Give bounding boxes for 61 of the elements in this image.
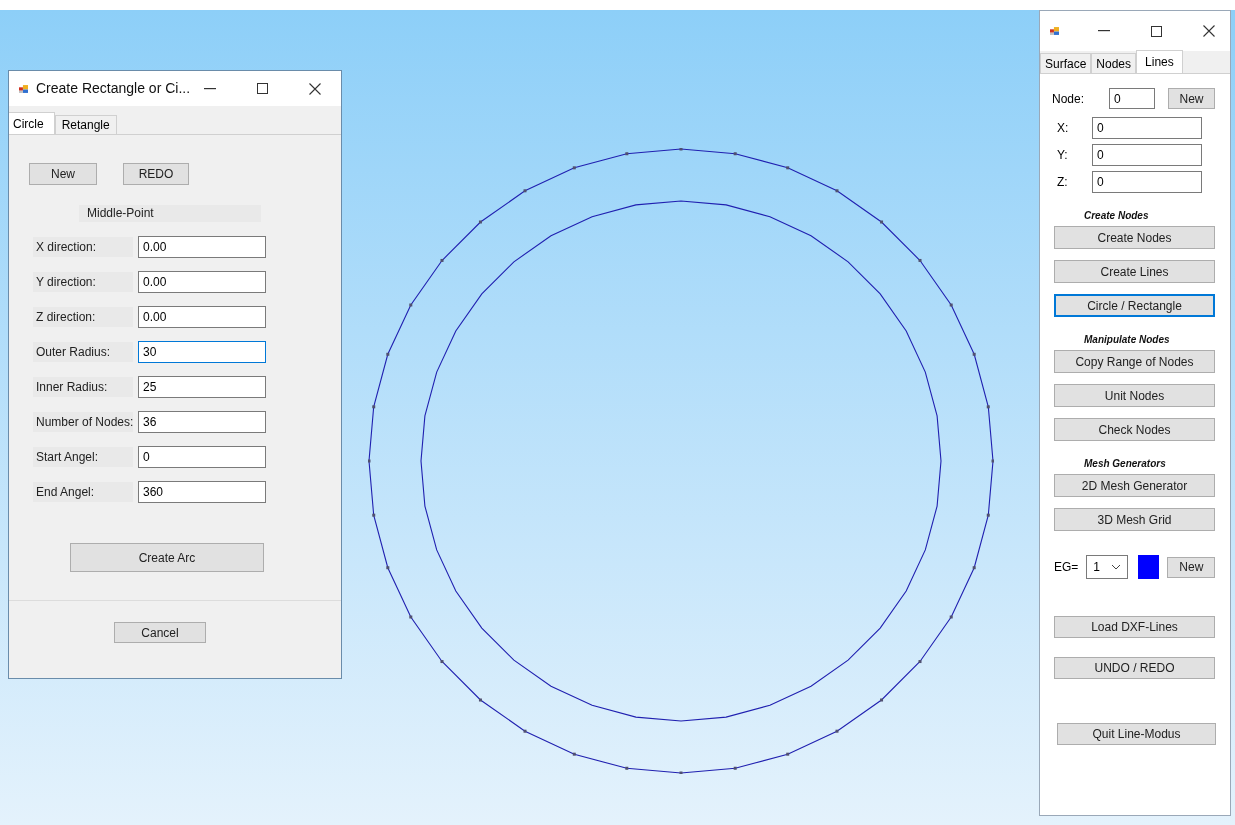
- button[interactable]: REDO: [123, 163, 189, 185]
- button[interactable]: 3D Mesh Grid: [1054, 508, 1215, 531]
- button[interactable]: Create Nodes: [1054, 226, 1215, 249]
- maximize-icon[interactable]: [1151, 25, 1162, 37]
- close-icon[interactable]: [309, 82, 321, 95]
- button[interactable]: Check Nodes: [1054, 418, 1215, 441]
- input-field[interactable]: 360: [138, 481, 266, 503]
- field-label: Outer Radius:: [33, 342, 133, 362]
- chevron-down-icon: [1111, 564, 1122, 570]
- button[interactable]: Cancel: [114, 622, 206, 643]
- field-label: Z:: [1057, 174, 1069, 191]
- field-label: Number of Nodes:: [33, 412, 133, 432]
- input-field[interactable]: 25: [138, 376, 266, 398]
- button[interactable]: Create Lines: [1054, 260, 1215, 283]
- input-field[interactable]: 30: [138, 341, 266, 363]
- tab[interactable]: Retangle: [54, 115, 117, 134]
- app-icon: [1050, 24, 1059, 38]
- field-label: X direction:: [33, 237, 133, 257]
- field-label: X:: [1057, 120, 1070, 137]
- tab[interactable]: Surface: [1040, 53, 1092, 73]
- tab[interactable]: Circle: [9, 112, 55, 134]
- button[interactable]: Load DXF-Lines: [1054, 616, 1215, 638]
- dropdown[interactable]: 1: [1086, 555, 1129, 579]
- input-field[interactable]: 0: [1092, 144, 1202, 166]
- input-field[interactable]: 0.00: [138, 271, 266, 293]
- button[interactable]: New: [1168, 88, 1215, 109]
- minimize-icon[interactable]: [1098, 30, 1110, 32]
- tab[interactable]: Nodes: [1091, 53, 1137, 73]
- input-field[interactable]: 0.00: [138, 236, 266, 258]
- section-heading: Mesh Generators: [1084, 457, 1166, 471]
- button[interactable]: New: [29, 163, 97, 185]
- button[interactable]: Create Arc: [70, 543, 264, 572]
- input-field[interactable]: 0.00: [138, 306, 266, 328]
- button[interactable]: Circle / Rectangle: [1054, 294, 1215, 317]
- field-label: Node:: [1052, 90, 1086, 108]
- section-heading: Create Nodes: [1084, 209, 1149, 223]
- input-field[interactable]: 36: [138, 411, 266, 433]
- input-field[interactable]: 0: [138, 446, 266, 468]
- tab[interactable]: Lines: [1136, 50, 1183, 73]
- section-heading: Manipulate Nodes: [1084, 333, 1170, 347]
- button[interactable]: 2D Mesh Generator: [1054, 474, 1215, 497]
- input-field[interactable]: 0: [1109, 88, 1155, 109]
- field-label: EG=: [1054, 559, 1079, 576]
- field-label: Y direction:: [33, 272, 133, 292]
- button[interactable]: Copy Range of Nodes: [1054, 350, 1215, 373]
- button[interactable]: UNDO / REDO: [1054, 657, 1215, 679]
- field-label: Inner Radius:: [33, 377, 133, 397]
- field-label: End Angel:: [33, 482, 133, 502]
- section-label: Middle-Point: [79, 205, 261, 222]
- input-field[interactable]: 0: [1092, 171, 1202, 193]
- maximize-icon[interactable]: [257, 83, 268, 94]
- field-label: Start Angel:: [33, 447, 133, 467]
- field-label: Y:: [1057, 147, 1069, 164]
- button[interactable]: New: [1167, 556, 1216, 578]
- minimize-icon[interactable]: [204, 87, 216, 90]
- close-icon[interactable]: [1203, 25, 1215, 37]
- button[interactable]: Quit Line-Modus: [1057, 723, 1216, 745]
- button[interactable]: Unit Nodes: [1054, 384, 1215, 407]
- field-label: Z direction:: [33, 307, 133, 327]
- input-field[interactable]: 0: [1092, 117, 1202, 139]
- color-swatch[interactable]: [1138, 555, 1160, 579]
